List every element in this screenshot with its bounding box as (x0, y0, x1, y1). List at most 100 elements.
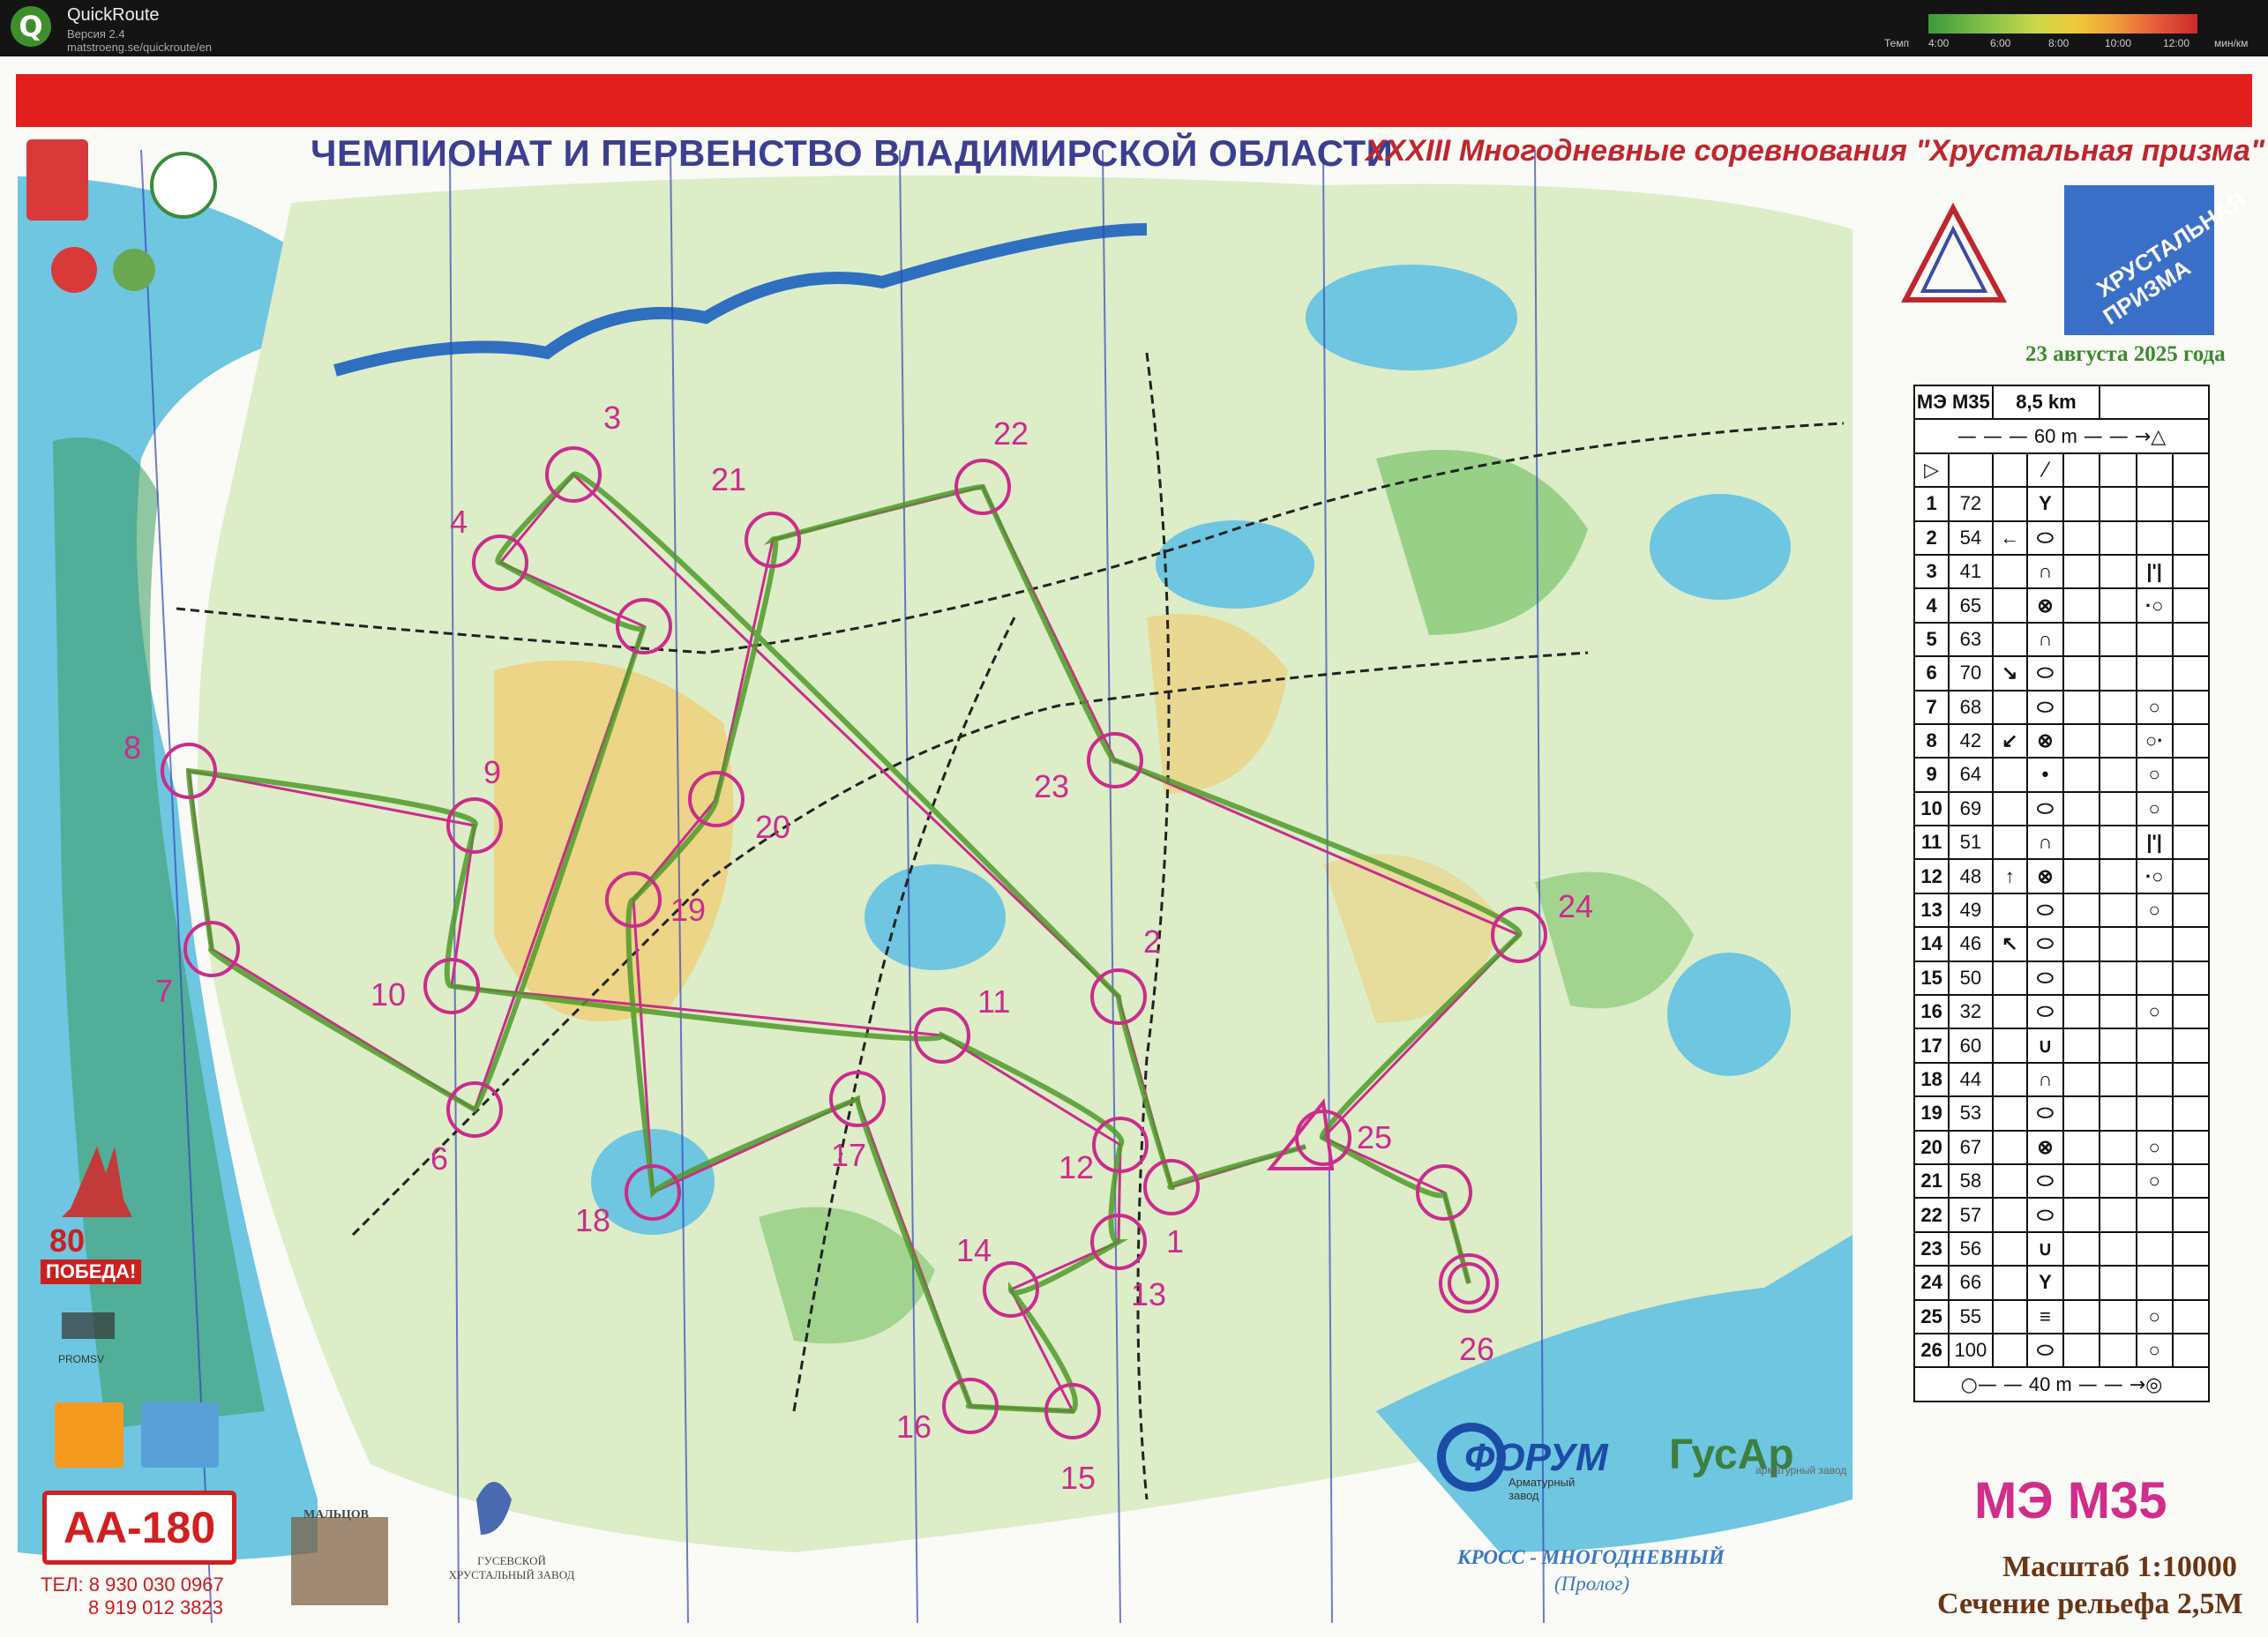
control-number: 16 (896, 1409, 932, 1445)
control-number: 23 (1034, 768, 1069, 804)
cd-control-code: 46 (1948, 926, 1994, 962)
cd-direction-icon (1991, 1332, 2028, 1369)
city-coat-of-arms-icon (141, 1402, 219, 1468)
cd-empty (2099, 1298, 2137, 1334)
victory-80-label: 80 (49, 1222, 86, 1259)
cd-direction-icon (1991, 553, 2028, 590)
cd-empty (2171, 960, 2211, 997)
cd-position-icon (2135, 621, 2174, 658)
cd-control-code: 58 (1948, 1162, 1994, 1200)
cd-control-row: 22 57 ⬭ (1912, 1197, 2211, 1233)
cd-empty (2171, 1265, 2211, 1301)
cd-control-code: 44 (1948, 1061, 1994, 1098)
control-number: 18 (575, 1202, 610, 1238)
cd-empty (2171, 926, 2211, 962)
cd-control-code: 64 (1948, 757, 1994, 793)
cd-control-number: 12 (1912, 858, 1950, 894)
control-number: 14 (956, 1232, 992, 1268)
cd-empty (2171, 892, 2211, 929)
cd-control-code: 32 (1948, 994, 1994, 1030)
cd-control-code: 57 (1948, 1197, 1994, 1233)
cd-control-row: 21 58 ⬭ ○ (1912, 1162, 2211, 1200)
cd-empty (2099, 1265, 2137, 1301)
cd-position-icon (2135, 926, 2174, 962)
cd-position-icon (2135, 1230, 2174, 1267)
cd-feature-icon: ⬭ (2025, 655, 2065, 691)
cd-position-icon: ○· (2135, 722, 2174, 759)
cd-start-dist-row: — — — 60 m — — →△ (1913, 418, 2210, 454)
cd-position-icon: ○ (2135, 1332, 2174, 1369)
cd-empty (2099, 1061, 2137, 1098)
cd-feature-icon: ∩ (2025, 553, 2065, 590)
cd-empty (2099, 384, 2210, 421)
cd-control-number: 7 (1912, 689, 1950, 725)
cd-empty (2062, 858, 2101, 894)
cd-control-number: 17 (1912, 1028, 1950, 1064)
cd-empty (2171, 520, 2211, 556)
cd-control-number: 21 (1912, 1162, 1950, 1200)
cd-empty (2099, 1197, 2137, 1233)
cd-position-icon (2135, 520, 2174, 556)
cd-empty (2099, 689, 2137, 725)
cd-start-triangle-icon: ▷ (1912, 452, 1950, 489)
cd-empty (2171, 1028, 2211, 1064)
cd-empty (2099, 1230, 2137, 1267)
sports-federation-icon (150, 152, 217, 219)
cd-direction-icon (1991, 1061, 2028, 1098)
cd-empty (2062, 587, 2101, 624)
cd-empty (2171, 1197, 2211, 1233)
cd-empty (2099, 1028, 2137, 1064)
cd-position-icon (2135, 1028, 2174, 1064)
cd-empty (2171, 1095, 2211, 1132)
cd-direction-icon (1991, 1129, 2028, 1165)
cd-feature-icon: ∪ (2025, 1230, 2065, 1267)
cd-direction-icon (1991, 1162, 2028, 1200)
cd-empty (2062, 1028, 2101, 1064)
cd-empty (2099, 790, 2137, 827)
cd-direction-icon (1991, 1095, 2028, 1132)
cd-position-icon (2135, 1265, 2174, 1301)
cd-position-icon: ○ (2135, 790, 2174, 827)
cd-control-number: 10 (1912, 790, 1950, 827)
cd-feature-icon: ⬭ (2025, 1332, 2065, 1369)
cd-control-row: 19 53 ⬭ (1912, 1095, 2211, 1132)
cd-control-row: 17 60 ∪ (1912, 1028, 2211, 1064)
cd-control-number: 3 (1912, 553, 1950, 590)
cd-empty (2099, 1129, 2137, 1165)
cd-position-icon (2135, 1197, 2174, 1233)
cd-control-code: 41 (1948, 553, 1994, 590)
cd-control-row: 10 69 ⬭ ○ (1912, 790, 2211, 827)
cd-empty (2062, 825, 2101, 861)
promsv-eagle-icon (62, 1312, 115, 1339)
cd-control-number: 15 (1912, 960, 1950, 997)
cd-empty (2099, 486, 2137, 522)
cd-empty (2062, 926, 2101, 962)
sponsor-forum-sub: Арматурный завод (1508, 1476, 1576, 1502)
cd-feature-icon: ⬭ (2025, 689, 2065, 725)
cd-control-row: 1 72 Y (1912, 486, 2211, 522)
cd-empty (2171, 1061, 2211, 1098)
cd-feature-icon: ∩ (2025, 1061, 2065, 1098)
cd-empty (2062, 1332, 2101, 1369)
cd-direction-icon (1991, 994, 2028, 1030)
cd-empty (2062, 1061, 2101, 1098)
lake (1306, 265, 1517, 370)
cd-empty (2171, 994, 2211, 1030)
cd-empty (2062, 655, 2101, 691)
sponsor-forum: ФОРУМ (1464, 1436, 1608, 1479)
control-number: 8 (124, 729, 141, 766)
sponsor-gusar-sub: арматурный завод (1755, 1464, 1847, 1476)
cd-direction-icon (1991, 960, 2028, 997)
map-title: ЧЕМПИОНАТ И ПЕРВЕНСТВО ВЛАДИМИРСКОЙ ОБЛА… (311, 132, 1394, 174)
cd-feature-icon: ⬭ (2025, 892, 2065, 929)
cd-empty (2099, 587, 2137, 624)
cd-control-code: 60 (1948, 1028, 1994, 1064)
control-number: 12 (1059, 1149, 1094, 1185)
cd-direction-icon: ↙ (1991, 722, 2028, 759)
cd-control-number: 6 (1912, 655, 1950, 691)
cd-empty (2062, 1129, 2101, 1165)
cd-empty (2062, 1230, 2101, 1267)
cd-control-code: 100 (1948, 1332, 1994, 1369)
cd-control-number: 20 (1912, 1129, 1950, 1165)
cd-direction-icon (1991, 621, 2028, 658)
